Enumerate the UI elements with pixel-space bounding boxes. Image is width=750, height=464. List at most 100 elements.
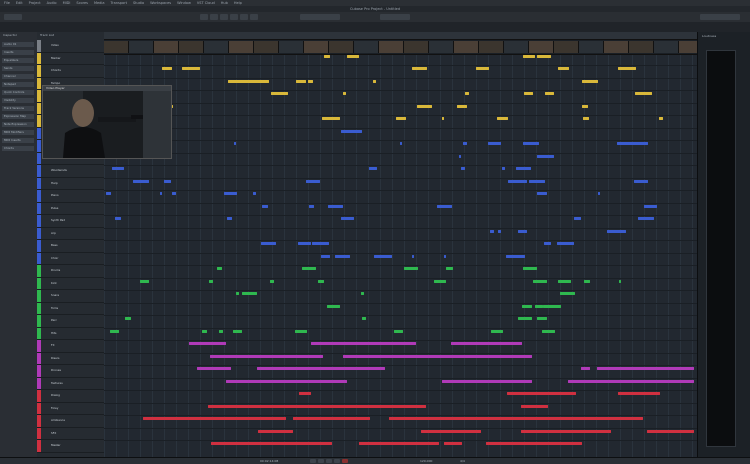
event-clip[interactable] xyxy=(270,279,274,283)
event-clip[interactable] xyxy=(463,142,467,145)
event-clip[interactable] xyxy=(189,342,226,345)
event-clip[interactable] xyxy=(110,329,119,333)
constrain-button[interactable] xyxy=(4,14,22,20)
event-clip[interactable] xyxy=(647,429,694,433)
play-icon[interactable] xyxy=(334,459,340,463)
event-clip[interactable] xyxy=(502,167,505,170)
erase-tool-icon[interactable] xyxy=(240,14,248,20)
event-clip[interactable] xyxy=(497,117,508,120)
event-clip[interactable] xyxy=(508,179,527,183)
event-clip[interactable] xyxy=(310,404,426,408)
menu-item[interactable]: Hub xyxy=(221,1,228,5)
event-clip[interactable] xyxy=(308,79,313,83)
event-clip[interactable] xyxy=(306,179,320,183)
menu-item[interactable]: Edit xyxy=(16,1,23,5)
track-header[interactable]: Synth Pad xyxy=(37,215,104,228)
event-clip[interactable] xyxy=(133,179,149,183)
event-clip[interactable] xyxy=(182,67,200,70)
menu-item[interactable]: Media xyxy=(94,1,105,5)
event-clip[interactable] xyxy=(507,392,555,395)
event-clip[interactable] xyxy=(581,367,590,370)
event-clip[interactable] xyxy=(112,167,124,170)
event-clip[interactable] xyxy=(545,92,554,95)
event-clip[interactable] xyxy=(341,217,354,220)
event-clip[interactable] xyxy=(533,279,547,283)
event-clip[interactable] xyxy=(400,142,402,145)
event-clip[interactable] xyxy=(618,67,636,70)
event-clip[interactable] xyxy=(232,379,258,383)
event-clip[interactable] xyxy=(311,342,416,345)
inspector-section[interactable]: Equalizers xyxy=(2,58,34,63)
event-clip[interactable] xyxy=(197,367,231,370)
track-header[interactable]: Hits xyxy=(37,327,104,340)
event-clip[interactable] xyxy=(347,54,359,58)
track-header[interactable]: Chords xyxy=(37,65,104,78)
event-clip[interactable] xyxy=(582,104,588,108)
menu-item[interactable]: Scores xyxy=(76,1,88,5)
event-clip[interactable] xyxy=(537,317,547,320)
event-clip[interactable] xyxy=(234,142,236,145)
event-clip[interactable] xyxy=(369,167,377,170)
event-clip[interactable] xyxy=(162,67,172,70)
event-clip[interactable] xyxy=(106,192,111,195)
event-clip[interactable] xyxy=(638,217,654,220)
track-header[interactable]: Ambience xyxy=(37,415,104,428)
event-clip[interactable] xyxy=(394,329,403,333)
event-clip[interactable] xyxy=(361,292,364,295)
event-clip[interactable] xyxy=(544,242,551,245)
track-header[interactable]: Piano xyxy=(37,190,104,203)
event-clip[interactable] xyxy=(490,229,494,233)
event-clip[interactable] xyxy=(457,104,467,108)
track-header[interactable]: FX xyxy=(37,340,104,353)
track-header[interactable]: Video xyxy=(37,40,104,53)
event-clip[interactable] xyxy=(488,142,501,145)
event-clip[interactable] xyxy=(537,192,547,195)
event-clip[interactable] xyxy=(521,404,548,408)
track-header[interactable]: Woodwinds xyxy=(37,165,104,178)
event-clip[interactable] xyxy=(309,204,314,208)
event-clip[interactable] xyxy=(518,317,532,320)
split-tool-icon[interactable] xyxy=(220,14,228,20)
event-clip[interactable] xyxy=(524,92,533,95)
track-header[interactable]: SFX xyxy=(37,427,104,440)
event-lanes[interactable] xyxy=(104,40,697,457)
event-clip[interactable] xyxy=(302,267,316,270)
inspector-section[interactable]: Sends xyxy=(2,66,34,71)
track-header[interactable]: Drums xyxy=(37,265,104,278)
zoom-tool-icon[interactable] xyxy=(250,14,258,20)
event-clip[interactable] xyxy=(558,67,569,70)
event-clip[interactable] xyxy=(404,267,418,270)
event-clip[interactable] xyxy=(461,167,465,170)
event-clip[interactable] xyxy=(583,117,589,120)
track-header[interactable]: Toms xyxy=(37,302,104,315)
event-clip[interactable] xyxy=(475,342,488,345)
event-clip[interactable] xyxy=(537,54,551,58)
event-clip[interactable] xyxy=(421,417,529,420)
rewind-icon[interactable] xyxy=(310,459,316,463)
event-clip[interactable] xyxy=(217,267,222,270)
event-clip[interactable] xyxy=(374,254,392,258)
event-clip[interactable] xyxy=(444,254,446,258)
menu-item[interactable]: Studio xyxy=(133,1,144,5)
track-header[interactable]: Pulse xyxy=(37,202,104,215)
event-clip[interactable] xyxy=(327,304,340,308)
range-tool-icon[interactable] xyxy=(210,14,218,20)
event-clip[interactable] xyxy=(298,242,311,245)
event-clip[interactable] xyxy=(233,329,242,333)
inspector-section[interactable]: Inserts xyxy=(2,50,34,55)
inspector-section[interactable]: MIDI Modifiers xyxy=(2,130,34,135)
event-clip[interactable] xyxy=(412,67,427,70)
event-clip[interactable] xyxy=(312,242,329,245)
event-clip[interactable] xyxy=(209,279,213,283)
inspector-section[interactable]: Notepad xyxy=(2,82,34,87)
event-clip[interactable] xyxy=(293,417,370,420)
event-clip[interactable] xyxy=(635,92,652,95)
event-clip[interactable] xyxy=(262,204,268,208)
track-header[interactable]: Choir xyxy=(37,252,104,265)
track-header[interactable]: Master xyxy=(37,440,104,453)
track-header[interactable]: Bass xyxy=(37,240,104,253)
event-clip[interactable] xyxy=(553,417,643,420)
track-header[interactable]: Textures xyxy=(37,377,104,390)
event-clip[interactable] xyxy=(125,317,131,320)
event-clip[interactable] xyxy=(558,429,599,433)
